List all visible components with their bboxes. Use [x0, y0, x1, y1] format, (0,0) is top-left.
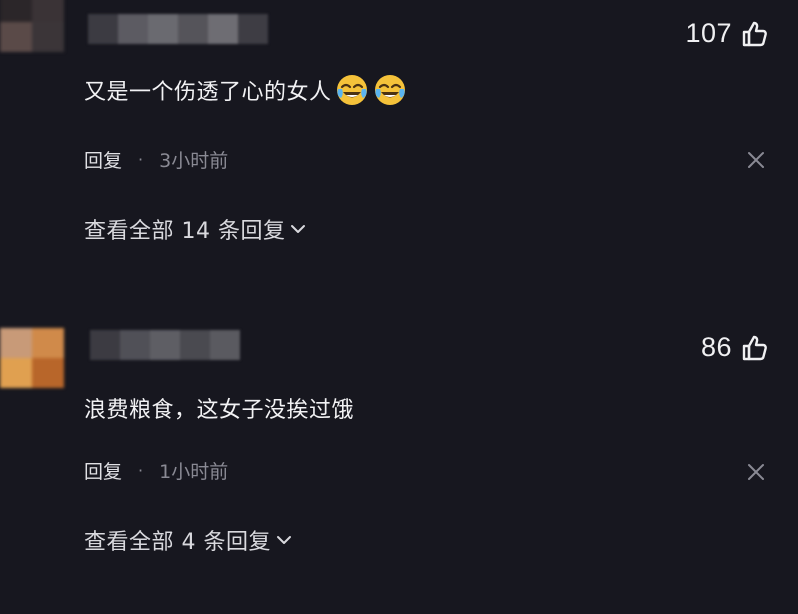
view-replies-label: 查看全部 14 条回复 [84, 219, 286, 244]
reply-button[interactable]: 回复 [84, 457, 122, 484]
thumbs-up-icon[interactable] [740, 19, 770, 49]
reply-button[interactable]: 回复 [84, 146, 122, 173]
view-all-replies-button[interactable]: 查看全部 14 条回复 [84, 213, 307, 245]
chevron-down-icon [276, 536, 291, 544]
comment-meta: 回复 · 3小时前 [84, 146, 228, 173]
like-group[interactable]: 107 [685, 18, 770, 49]
avatar[interactable] [0, 0, 64, 52]
view-all-replies-button[interactable]: 查看全部 4 条回复 [84, 524, 293, 556]
comment-body: 又是一个伤透了心的女人 [84, 80, 332, 105]
chevron-down-icon [291, 225, 306, 233]
close-icon[interactable] [746, 462, 766, 482]
like-group[interactable]: 86 [701, 332, 770, 363]
comment-item: 107 又是一个伤透了心的女人 回复 · 3小时前 查看全部 14 条回复 [0, 0, 798, 300]
avatar[interactable] [0, 328, 64, 388]
username-blurred[interactable] [88, 14, 268, 44]
crying-laughing-emoji-icon [374, 75, 405, 105]
like-count: 86 [700, 332, 732, 362]
username-blurred[interactable] [90, 330, 240, 360]
comment-text: 浪费粮食，这女子没挨过饿 [84, 392, 354, 424]
comment-feed: 107 又是一个伤透了心的女人 回复 · 3小时前 查看全部 14 条回复 86… [0, 0, 798, 614]
meta-separator: · [138, 150, 144, 169]
view-replies-label: 查看全部 4 条回复 [84, 530, 271, 555]
meta-separator: · [138, 461, 144, 480]
comment-item: 86 浪费粮食，这女子没挨过饿 回复 · 1小时前 查看全部 4 条回复 [0, 312, 798, 612]
thumbs-up-icon[interactable] [740, 333, 770, 363]
comment-text: 又是一个伤透了心的女人 [84, 72, 408, 108]
comment-body: 浪费粮食，这女子没挨过饿 [84, 398, 355, 423]
comment-meta: 回复 · 1小时前 [84, 457, 228, 484]
crying-laughing-emoji-icon [336, 75, 367, 105]
close-icon[interactable] [746, 150, 766, 170]
timestamp: 3小时前 [159, 150, 229, 172]
like-count: 107 [685, 18, 732, 48]
timestamp: 1小时前 [159, 461, 229, 483]
